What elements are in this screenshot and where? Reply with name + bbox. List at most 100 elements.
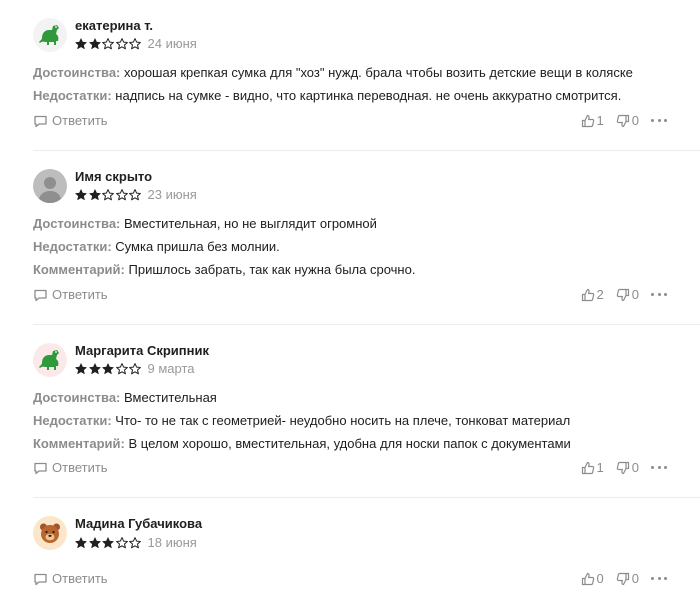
thumbs-down-icon bbox=[616, 288, 629, 301]
avatar bbox=[33, 18, 67, 52]
cons-text: надпись на сумке - видно, что картинка п… bbox=[115, 88, 622, 103]
review-divider bbox=[33, 150, 700, 151]
thumbs-up-icon bbox=[581, 288, 594, 301]
like-button[interactable]: 1 bbox=[581, 113, 604, 128]
thumbs-down-icon bbox=[616, 461, 629, 474]
star-empty-icon bbox=[115, 362, 128, 374]
comment-text: В целом хорошо, вместительная, удобна дл… bbox=[128, 436, 571, 451]
dislike-count: 0 bbox=[631, 460, 639, 475]
reply-label: Ответить bbox=[52, 460, 108, 475]
vote-controls: 2 0 bbox=[581, 287, 667, 302]
cons-label: Недостатки: bbox=[33, 413, 112, 428]
vote-controls: 0 0 bbox=[581, 571, 667, 586]
more-options-button[interactable] bbox=[651, 293, 667, 296]
reply-label: Ответить bbox=[52, 571, 108, 586]
like-count: 1 bbox=[596, 460, 604, 475]
speech-bubble-icon bbox=[34, 289, 47, 301]
comment-label: Комментарий: bbox=[33, 436, 125, 451]
dinosaur-icon bbox=[39, 350, 59, 370]
star-empty-icon bbox=[115, 188, 128, 200]
star-filled-icon bbox=[102, 536, 114, 548]
star-filled-icon bbox=[75, 188, 87, 200]
star-filled-icon bbox=[102, 362, 114, 374]
dislike-button[interactable]: 0 bbox=[616, 287, 639, 302]
review-date: 9 марта bbox=[147, 361, 195, 376]
review-divider bbox=[33, 324, 700, 325]
pros-label: Достоинства: bbox=[33, 216, 121, 231]
like-count: 1 bbox=[596, 113, 604, 128]
review-pros: Достоинства: Вместительная, но не выгляд… bbox=[33, 216, 377, 231]
comment-label: Комментарий: bbox=[33, 262, 125, 277]
more-options-button[interactable] bbox=[651, 577, 667, 580]
review-date: 23 июня bbox=[147, 187, 197, 202]
dislike-count: 0 bbox=[631, 287, 639, 302]
star-filled-icon bbox=[88, 188, 101, 200]
star-filled-icon bbox=[88, 536, 101, 548]
star-empty-icon bbox=[129, 362, 141, 374]
like-button[interactable]: 1 bbox=[581, 460, 604, 475]
review-date: 24 июня bbox=[147, 36, 197, 51]
star-empty-icon bbox=[129, 536, 141, 548]
review-author: екатерина т. bbox=[75, 18, 154, 33]
thumbs-up-icon bbox=[581, 114, 594, 127]
speech-bubble-icon bbox=[34, 462, 47, 474]
vote-controls: 1 0 bbox=[581, 460, 667, 475]
reply-label: Ответить bbox=[52, 287, 108, 302]
reply-button[interactable]: Ответить bbox=[33, 113, 108, 128]
like-count: 2 bbox=[596, 287, 604, 302]
like-button[interactable]: 2 bbox=[581, 287, 604, 302]
star-empty-icon bbox=[129, 37, 141, 49]
reply-button[interactable]: Ответить bbox=[33, 287, 108, 302]
review-actions: Ответить 1 0 bbox=[33, 460, 667, 478]
cons-label: Недостатки: bbox=[33, 88, 112, 103]
avatar bbox=[33, 343, 67, 377]
star-empty-icon bbox=[102, 37, 114, 49]
star-filled-icon bbox=[88, 362, 101, 374]
star-empty-icon bbox=[115, 37, 128, 49]
avatar bbox=[33, 516, 67, 550]
pros-label: Достоинства: bbox=[33, 65, 121, 80]
review-actions: Ответить 0 0 bbox=[33, 571, 667, 589]
review-date: 18 июня bbox=[147, 535, 197, 550]
rating-stars: 9 марта bbox=[75, 361, 195, 376]
star-empty-icon bbox=[115, 536, 128, 548]
more-options-button[interactable] bbox=[651, 466, 667, 469]
reply-button[interactable]: Ответить bbox=[33, 460, 108, 475]
pros-text: Вместительная bbox=[124, 390, 217, 405]
reply-button[interactable]: Ответить bbox=[33, 571, 108, 586]
vote-controls: 1 0 bbox=[581, 113, 667, 128]
avatar bbox=[33, 169, 67, 203]
dislike-button[interactable]: 0 bbox=[616, 113, 639, 128]
star-filled-icon bbox=[75, 536, 87, 548]
rating-stars: 24 июня bbox=[75, 36, 197, 51]
review-cons: Недостатки: Сумка пришла без молнии. bbox=[33, 239, 280, 254]
dislike-count: 0 bbox=[631, 113, 639, 128]
thumbs-down-icon bbox=[616, 114, 629, 127]
comment-text: Пришлось забрать, так как нужна была сро… bbox=[128, 262, 416, 277]
star-filled-icon bbox=[75, 37, 87, 49]
pros-text: хорошая крепкая сумка для "хоз" нужд. бр… bbox=[124, 65, 633, 80]
review-comment: Комментарий: В целом хорошо, вместительн… bbox=[33, 436, 571, 451]
cons-text: Сумка пришла без молнии. bbox=[115, 239, 280, 254]
reply-label: Ответить bbox=[52, 113, 108, 128]
review-author: Имя скрыто bbox=[75, 169, 153, 184]
bear-icon bbox=[40, 523, 60, 543]
thumbs-up-icon bbox=[581, 461, 594, 474]
like-button[interactable]: 0 bbox=[581, 571, 604, 586]
star-filled-icon bbox=[75, 362, 87, 374]
review-author: Мадина Губачикова bbox=[75, 516, 203, 531]
like-count: 0 bbox=[596, 571, 604, 586]
review-actions: Ответить 2 0 bbox=[33, 287, 667, 305]
more-options-button[interactable] bbox=[651, 119, 667, 122]
speech-bubble-icon bbox=[34, 115, 47, 127]
dislike-button[interactable]: 0 bbox=[616, 571, 639, 586]
review-cons: Недостатки: Что- то не так с геометрией-… bbox=[33, 413, 570, 428]
thumbs-up-icon bbox=[581, 572, 594, 585]
cons-text: Что- то не так с геометрией- неудобно но… bbox=[115, 413, 571, 428]
star-filled-icon bbox=[88, 37, 101, 49]
dislike-button[interactable]: 0 bbox=[616, 460, 639, 475]
dislike-count: 0 bbox=[631, 571, 639, 586]
speech-bubble-icon bbox=[34, 573, 47, 585]
cons-label: Недостатки: bbox=[33, 239, 112, 254]
pros-text: Вместительная, но не выглядит огромной bbox=[124, 216, 377, 231]
